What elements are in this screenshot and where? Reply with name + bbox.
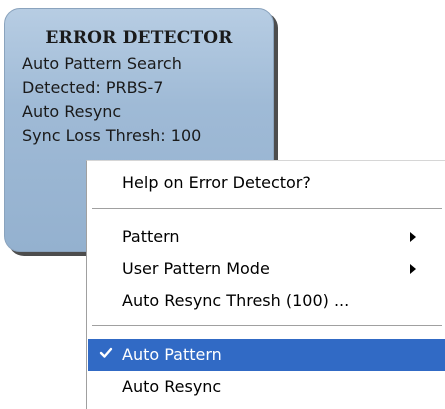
- submenu-arrow-icon: [410, 264, 416, 274]
- menu-item-label: Auto Pattern: [122, 345, 222, 364]
- panel-line-sync-loss: Sync Loss Thresh: 100: [22, 126, 202, 145]
- menu-item-auto-resync-thresh[interactable]: Auto Resync Thresh (100) ...: [88, 285, 445, 317]
- menu-item-label: Help on Error Detector?: [122, 173, 311, 192]
- menu-item-label: User Pattern Mode: [122, 259, 270, 278]
- menu-item-pattern[interactable]: Pattern: [88, 221, 445, 253]
- menu-item-help[interactable]: Help on Error Detector?: [88, 167, 445, 199]
- menu-item-auto-pattern[interactable]: Auto Pattern: [88, 339, 445, 371]
- menu-item-user-pattern-mode[interactable]: User Pattern Mode: [88, 253, 445, 285]
- menu-separator: [92, 325, 442, 327]
- menu-item-label: Auto Resync: [122, 377, 222, 396]
- menu-item-label: Pattern: [122, 227, 180, 246]
- panel-line-resync: Auto Resync: [22, 102, 122, 121]
- screen: ERROR DETECTOR Auto Pattern Search Detec…: [0, 0, 445, 409]
- checkmark-icon: [99, 347, 113, 358]
- menu-item-auto-resync[interactable]: Auto Resync: [88, 371, 445, 403]
- panel-line-pattern-search: Auto Pattern Search: [22, 54, 182, 73]
- submenu-arrow-icon: [410, 232, 416, 242]
- panel-title: ERROR DETECTOR: [45, 28, 233, 48]
- menu-separator: [92, 208, 442, 210]
- panel-line-detected: Detected: PRBS-7: [22, 78, 164, 97]
- context-menu: Help on Error Detector? Pattern User Pat…: [86, 160, 445, 409]
- menu-item-label: Auto Resync Thresh (100) ...: [122, 291, 350, 310]
